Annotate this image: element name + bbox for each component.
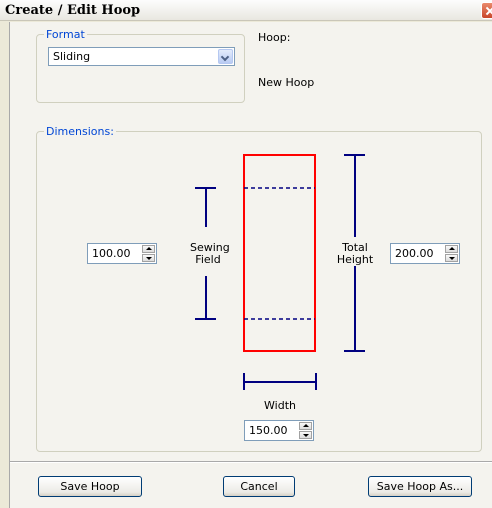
window-title: Create / Edit Hoop	[5, 3, 141, 18]
total-height-label-line2: Height	[336, 253, 374, 266]
footer-divider	[10, 461, 492, 463]
spin-up-icon[interactable]	[142, 245, 155, 253]
spin-down-icon[interactable]	[142, 254, 155, 262]
width-value[interactable]: 150.00	[249, 424, 288, 437]
total-height-spin-buttons[interactable]	[445, 245, 458, 262]
title-bar: Create / Edit Hoop	[0, 0, 492, 21]
total-height-spinner[interactable]: 200.00	[390, 243, 460, 264]
dialog-body: Format Sliding Hoop: New Hoop Dimensions…	[9, 22, 492, 508]
width-label: Width	[264, 399, 296, 412]
cancel-button[interactable]: Cancel	[223, 476, 295, 497]
spin-up-icon[interactable]	[445, 245, 458, 253]
total-height-value[interactable]: 200.00	[395, 247, 434, 260]
hoop-outline	[243, 154, 316, 352]
spin-up-icon[interactable]	[299, 422, 312, 430]
sewing-field-value[interactable]: 100.00	[92, 247, 131, 260]
save-hoop-as-button[interactable]: Save Hoop As...	[368, 476, 472, 497]
spin-down-icon[interactable]	[299, 431, 312, 439]
sewing-field-spin-buttons[interactable]	[142, 245, 155, 262]
sewing-field-label-line2: Field	[195, 253, 221, 266]
sewing-field-spinner[interactable]: 100.00	[87, 243, 157, 264]
width-dimension	[243, 373, 317, 390]
spin-down-icon[interactable]	[445, 254, 458, 262]
close-icon[interactable]	[481, 2, 492, 19]
width-spin-buttons[interactable]	[299, 422, 312, 439]
save-hoop-button[interactable]: Save Hoop	[38, 476, 142, 497]
width-spinner[interactable]: 150.00	[244, 420, 314, 441]
